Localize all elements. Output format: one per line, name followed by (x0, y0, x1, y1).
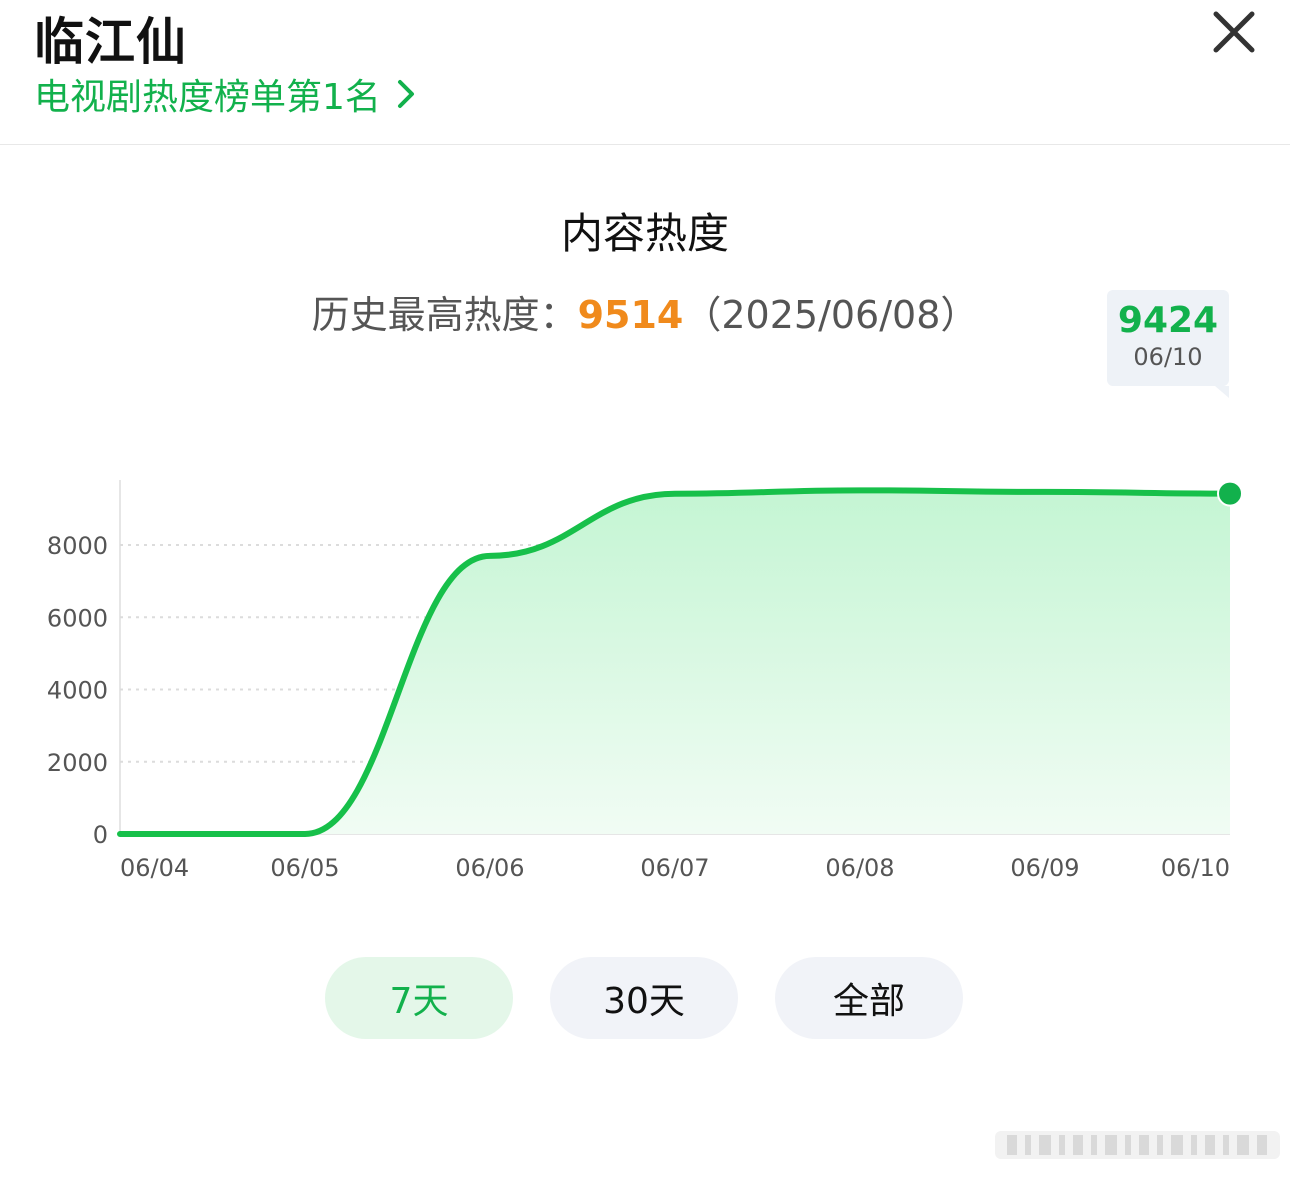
watermark-graphic (995, 1131, 1280, 1159)
tooltip-date: 06/10 (1133, 343, 1203, 371)
rank-link[interactable]: 电视剧热度榜单第1名 (34, 68, 415, 120)
area-fill (120, 490, 1230, 834)
y-tick-label: 4000 (47, 677, 108, 705)
range-selector: 7天 30天 全部 (0, 957, 1290, 1041)
x-tick-label: 06/07 (640, 854, 709, 882)
y-tick-label: 8000 (47, 532, 108, 560)
peak-date: （2025/06/08） (683, 293, 979, 337)
y-tick-label: 6000 (47, 604, 108, 632)
chevron-right-icon (397, 79, 415, 109)
x-tick-label: 06/06 (455, 854, 524, 882)
range-30d-button[interactable]: 30天 (550, 957, 738, 1039)
range-all-button[interactable]: 全部 (775, 957, 963, 1039)
chart-tooltip: 9424 06/10 (1107, 290, 1229, 398)
x-tick-label: 06/05 (270, 854, 339, 882)
y-tick-label: 2000 (47, 749, 108, 777)
highlight-point[interactable] (1217, 480, 1243, 507)
x-tick-label: 06/10 (1161, 854, 1230, 882)
range-7d-button[interactable]: 7天 (325, 957, 513, 1039)
tooltip-value: 9424 (1117, 300, 1219, 341)
peak-label: 历史最高热度： (311, 293, 578, 337)
y-tick-label: 0 (93, 821, 108, 849)
x-tick-label: 06/04 (120, 854, 189, 882)
x-tick-label: 06/08 (825, 854, 894, 882)
peak-summary: 历史最高热度：9514（2025/06/08） (0, 284, 1290, 339)
heat-chart[interactable]: 0 2000 4000 6000 8000 06/04 06/05 06/06 06/07 06… (0, 440, 1290, 900)
rank-link-label: 电视剧热度榜单第1名 (34, 77, 381, 118)
close-icon[interactable] (1208, 6, 1260, 58)
peak-value: 9514 (577, 293, 684, 337)
x-tick-label: 06/09 (1010, 854, 1079, 882)
header: 临江仙 电视剧热度榜单第1名 (0, 0, 1290, 145)
page-title: 临江仙 (34, 13, 187, 71)
chart-title: 内容热度 (560, 209, 729, 258)
